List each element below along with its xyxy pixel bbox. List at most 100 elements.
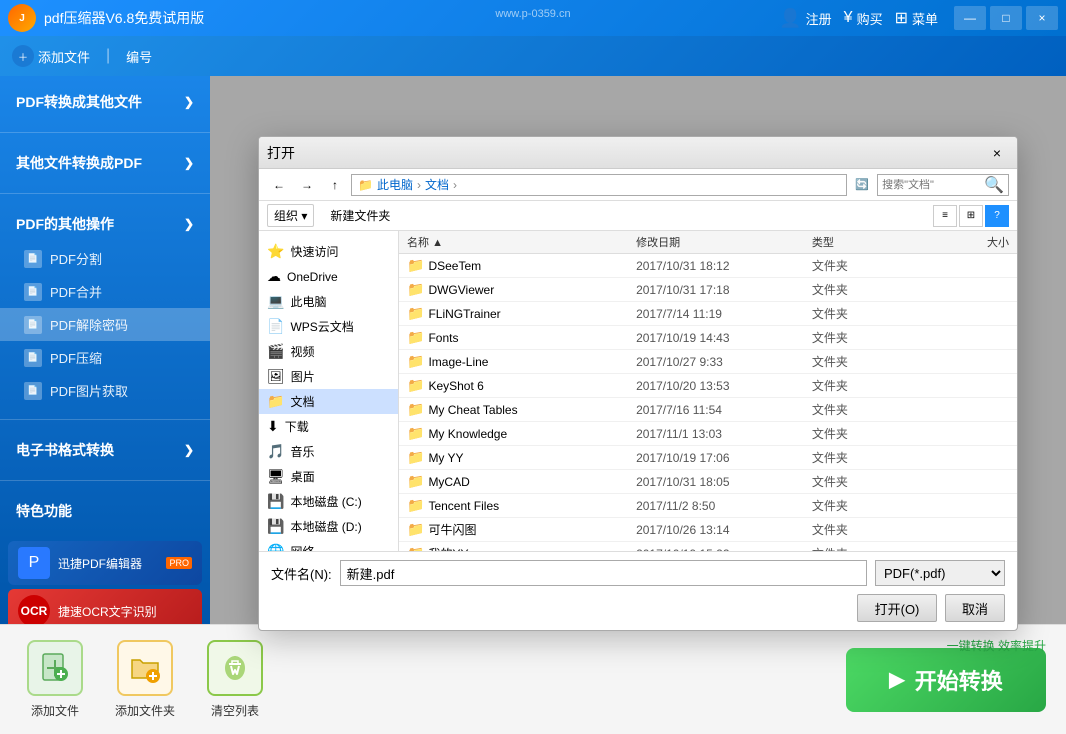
file-row[interactable]: 📁 My Cheat Tables 2017/7/16 11:54 文件夹 <box>399 398 1017 422</box>
buy-btn[interactable]: ¥ 购买 <box>844 9 883 28</box>
file-row[interactable]: 📁 Fonts 2017/10/19 14:43 文件夹 <box>399 326 1017 350</box>
add-file-btn[interactable]: 添加文件 <box>20 640 90 719</box>
drive-c-icon: 💾 <box>267 493 284 510</box>
add-folder-btn[interactable]: 添加文件夹 <box>110 640 180 719</box>
dialog-sidebar-item-docs[interactable]: 📁 文档 <box>259 389 398 414</box>
nav-back-btn[interactable]: ← <box>267 174 291 196</box>
col-type[interactable]: 类型 <box>804 234 927 250</box>
dialog-close-btn[interactable]: × <box>985 142 1009 164</box>
add-file-label: 添加文件 <box>31 702 79 719</box>
file-row[interactable]: 📁 FLiNGTrainer 2017/7/14 11:19 文件夹 <box>399 302 1017 326</box>
add-file-header-btn[interactable]: ＋ 添加文件 <box>12 45 90 67</box>
col-date[interactable]: 修改日期 <box>628 234 804 250</box>
file-row[interactable]: 📁 Tencent Files 2017/11/2 8:50 文件夹 <box>399 494 1017 518</box>
network-icon: 🌐 <box>267 543 284 551</box>
help-btn[interactable]: ? <box>985 205 1009 227</box>
file-row[interactable]: 📁 可牛闪图 2017/10/26 13:14 文件夹 <box>399 518 1017 542</box>
dialog-toolbar: ← → ↑ 📁 此电脑 › 文档 › 🔄 🔍 <box>259 169 1017 201</box>
col-name[interactable]: 名称 ▲ <box>399 234 628 250</box>
sidebar-section-pdf-other-ops[interactable]: PDF的其他操作 ❯ <box>0 206 210 242</box>
folder-icon: 📁 <box>407 305 424 322</box>
sidebar-section-ebook[interactable]: 电子书格式转换 ❯ <box>0 432 210 468</box>
start-convert-btn[interactable]: ▶ 开始转换 <box>846 648 1046 712</box>
file-row[interactable]: 📁 MyCAD 2017/10/31 18:05 文件夹 <box>399 470 1017 494</box>
sidebar-section-pdf-to-other[interactable]: PDF转换成其他文件 ❯ <box>0 84 210 120</box>
nav-up-btn[interactable]: ↑ <box>323 174 347 196</box>
search-box: 🔍 <box>877 174 1009 196</box>
view-icons-btn[interactable]: ⊞ <box>959 205 983 227</box>
new-folder-btn[interactable]: 新建文件夹 <box>322 205 398 226</box>
sidebar-item-unlock[interactable]: 📄 PDF解除密码 <box>0 308 210 341</box>
section2-arrow: ❯ <box>184 156 194 170</box>
sidebar-item-merge[interactable]: 📄 PDF合并 <box>0 275 210 308</box>
dialog-sidebar-item-downloads[interactable]: ⬇ 下载 <box>259 414 398 439</box>
minimize-btn[interactable]: — <box>954 6 986 30</box>
filename-input[interactable] <box>340 560 867 586</box>
path-pc[interactable]: 此电脑 <box>377 176 413 193</box>
dialog-sidebar-item-wps[interactable]: 📄 WPS云文档 <box>259 314 398 339</box>
maximize-btn[interactable]: □ <box>990 6 1022 30</box>
merge-icon: 📄 <box>24 283 42 301</box>
register-btn[interactable]: 👤 注册 <box>779 8 831 29</box>
divider-2 <box>0 193 210 194</box>
compress-icon: 📄 <box>24 349 42 367</box>
clear-list-icon <box>207 640 263 696</box>
dialog-cancel-btn[interactable]: 取消 <box>945 594 1005 622</box>
dialog-sidebar-item-drive-c[interactable]: 💾 本地磁盘 (C:) <box>259 489 398 514</box>
dialog-sidebar-item-music[interactable]: 🎵 音乐 <box>259 439 398 464</box>
watermark: www.p-0359.cn <box>495 8 570 20</box>
drive-d-icon: 💾 <box>267 518 284 535</box>
dialog-sidebar-item-drive-d[interactable]: 💾 本地磁盘 (D:) <box>259 514 398 539</box>
folder-icon: 📁 <box>407 257 424 274</box>
promo-pdf-editor[interactable]: P 迅捷PDF编辑器 PRO <box>8 541 202 585</box>
play-icon: ▶ <box>889 667 904 692</box>
add-icon: ＋ <box>12 45 34 67</box>
folder-icon: 📁 <box>407 353 424 370</box>
file-row[interactable]: 📁 DWGViewer 2017/10/31 17:18 文件夹 <box>399 278 1017 302</box>
window-controls: — □ × <box>954 6 1058 30</box>
filetype-select[interactable]: PDF(*.pdf) <box>875 560 1005 586</box>
sidebar-section-other-to-pdf[interactable]: 其他文件转换成PDF ❯ <box>0 145 210 181</box>
sidebar-section-4: 电子书格式转换 ❯ <box>0 424 210 476</box>
sidebar-item-split[interactable]: 📄 PDF分割 <box>0 242 210 275</box>
file-row[interactable]: 📁 My YY 2017/10/19 17:06 文件夹 <box>399 446 1017 470</box>
col-size[interactable]: 大小 <box>926 234 1017 250</box>
sidebar-item-compress[interactable]: 📄 PDF压缩 <box>0 341 210 374</box>
file-row[interactable]: 📁 Image-Line 2017/10/27 9:33 文件夹 <box>399 350 1017 374</box>
quickaccess-icon: ⭐ <box>267 243 284 260</box>
dialog-open-btn[interactable]: 打开(O) <box>857 594 937 622</box>
clear-list-btn[interactable]: 清空列表 <box>200 640 270 719</box>
path-docs[interactable]: 文档 <box>425 176 449 193</box>
sidebar-section-special[interactable]: 特色功能 <box>0 493 210 529</box>
nav-forward-btn[interactable]: → <box>295 174 319 196</box>
file-row[interactable]: 📁 My Knowledge 2017/11/1 13:03 文件夹 <box>399 422 1017 446</box>
organize-btn[interactable]: 组织 ▾ <box>267 204 314 227</box>
file-row[interactable]: 📁 KeyShot 6 2017/10/20 13:53 文件夹 <box>399 374 1017 398</box>
sidebar-item-images[interactable]: 📄 PDF图片获取 <box>0 374 210 407</box>
desktop-icon: 🖥 <box>267 468 285 485</box>
downloads-icon: ⬇ <box>267 418 279 435</box>
split-icon: 📄 <box>24 250 42 268</box>
dialog-sidebar-item-video[interactable]: 🎬 视频 <box>259 339 398 364</box>
folder-icon: 📁 <box>407 425 424 442</box>
dialog-sidebar-item-pc[interactable]: 💻 此电脑 <box>259 289 398 314</box>
folder-icon: 📁 <box>407 521 424 538</box>
view-list-btn[interactable]: ≡ <box>933 205 957 227</box>
dialog-titlebar: 打开 × <box>259 137 1017 169</box>
dialog-sidebar-item-onedrive[interactable]: ☁ OneDrive <box>259 264 398 289</box>
file-row[interactable]: 📁 我的YY 2017/10/19 15:22 文件夹 <box>399 542 1017 551</box>
folder-icon: 📁 <box>407 545 424 551</box>
promo-ocr[interactable]: OCR 捷速OCR文字识别 <box>8 589 202 624</box>
search-input[interactable] <box>882 179 982 191</box>
dialog-sidebar-item-quickaccess[interactable]: ⭐ 快速访问 <box>259 239 398 264</box>
music-icon: 🎵 <box>267 443 284 460</box>
add-folder-icon <box>117 640 173 696</box>
dialog-sidebar-item-network[interactable]: 🌐 网络 <box>259 539 398 551</box>
sort-icon: ▲ <box>432 237 443 249</box>
file-row[interactable]: 📁 DSeeTem 2017/10/31 18:12 文件夹 <box>399 254 1017 278</box>
dialog-sidebar-item-pictures[interactable]: 🖼 图片 <box>259 364 398 389</box>
close-btn[interactable]: × <box>1026 6 1058 30</box>
menu-btn[interactable]: ⊞ 菜单 <box>895 8 938 28</box>
refresh-btn[interactable]: 🔄 <box>851 174 873 196</box>
dialog-sidebar-item-desktop[interactable]: 🖥 桌面 <box>259 464 398 489</box>
